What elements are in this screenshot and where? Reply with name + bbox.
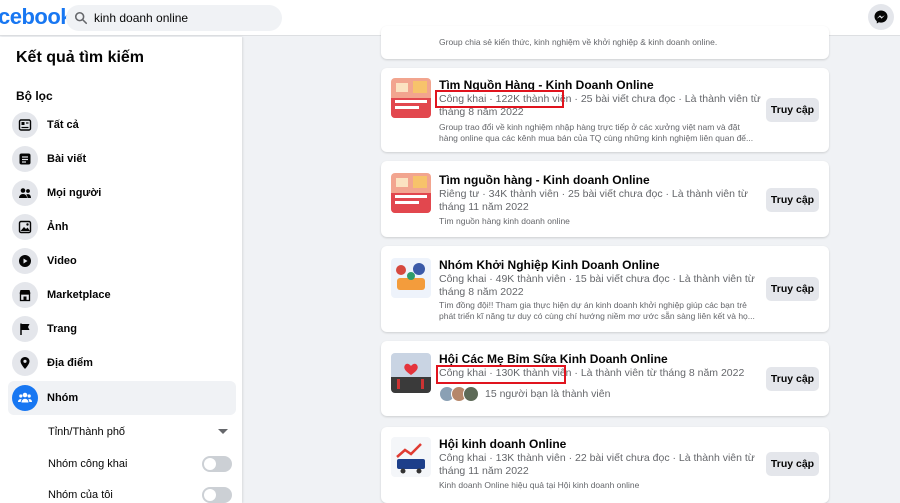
sidebar-item-label: Ảnh: [47, 221, 69, 233]
group-title-link[interactable]: Tìm nguồn hàng - Kinh doanh Online: [439, 173, 650, 187]
group-thumbnail[interactable]: [391, 353, 431, 393]
filter-my-groups-label: Nhóm của tôi: [48, 489, 113, 501]
video-icon: [12, 248, 38, 274]
messenger-button[interactable]: [868, 4, 894, 30]
search-icon: [74, 11, 88, 25]
search-input[interactable]: [94, 8, 274, 28]
sidebar-item-all[interactable]: Tất cả: [8, 108, 236, 142]
result-card[interactable]: Nhóm Khởi Nghiệp Kinh Doanh Online Công …: [381, 246, 829, 332]
filter-city-dropdown[interactable]: Tỉnh/Thành phố: [48, 421, 232, 443]
group-description: Kinh doanh Online hiệu quả tại Hội kinh …: [439, 480, 640, 490]
group-thumbnail[interactable]: [391, 437, 431, 477]
visit-button[interactable]: Truy cập: [766, 98, 819, 122]
messenger-icon: [874, 10, 888, 24]
friend-avatar: [463, 386, 479, 402]
sidebar-item-photos[interactable]: Ảnh: [8, 210, 236, 244]
result-card[interactable]: Tìm nguồn hàng - Kinh doanh Online Riêng…: [381, 161, 829, 237]
sidebar-item-label: Tất cả: [47, 119, 79, 131]
my-groups-toggle[interactable]: [202, 487, 232, 503]
result-card-partial: Group chia sẻ kiến thức, kinh nghiệm về …: [381, 26, 829, 59]
sidebar-item-label: Video: [47, 255, 77, 267]
group-title-link[interactable]: Hội Các Mẹ Bỉm Sữa Kinh Doanh Online: [439, 352, 668, 366]
filter-city-label: Tỉnh/Thành phố: [48, 426, 126, 438]
search-sidebar: Kết quả tìm kiếm Bộ lọc Tất cả Bài viết …: [0, 37, 242, 503]
filter-public-groups[interactable]: Nhóm công khai: [48, 453, 232, 475]
search-box[interactable]: [66, 5, 282, 31]
groups-icon: [12, 385, 38, 411]
result-snippet: Group chia sẻ kiến thức, kinh nghiệm về …: [439, 37, 718, 47]
sidebar-item-groups[interactable]: Nhóm: [8, 381, 236, 415]
group-meta: Công khai · 13K thành viên · 22 bài viết…: [439, 452, 755, 477]
public-groups-toggle[interactable]: [202, 456, 232, 472]
facebook-logo[interactable]: cebook: [0, 4, 73, 30]
group-thumbnail[interactable]: [391, 258, 431, 298]
result-card[interactable]: Tìm Nguồn Hàng - Kinh Doanh Online Công …: [381, 68, 829, 152]
sidebar-item-label: Nhóm: [47, 392, 79, 404]
page-title: Kết quả tìm kiếm: [16, 49, 145, 66]
group-thumbnail[interactable]: [391, 173, 431, 213]
sidebar-item-people[interactable]: Mọi người: [8, 176, 236, 210]
meta-rest: · Là thành viên từ tháng 8 năm 2022: [571, 367, 745, 379]
flag-icon: [12, 316, 38, 342]
group-description: Group trao đổi về kinh nghiệm nhập hàng …: [439, 122, 754, 143]
sidebar-item-marketplace[interactable]: Marketplace: [8, 278, 236, 312]
people-icon: [12, 180, 38, 206]
friends-count-text: 15 người bạn là thành viên: [485, 388, 611, 400]
group-title-link[interactable]: Nhóm Khởi Nghiệp Kinh Doanh Online: [439, 258, 660, 272]
group-thumbnail[interactable]: [391, 78, 431, 118]
caret-down-icon: [218, 429, 228, 434]
group-meta: Riêng tư · 34K thành viên · 25 bài viết …: [439, 188, 748, 213]
group-title-link[interactable]: Hội kinh doanh Online: [439, 437, 566, 451]
result-card[interactable]: Hội kinh doanh Online Công khai · 13K th…: [381, 427, 829, 503]
sidebar-item-label: Địa điểm: [47, 357, 93, 369]
sidebar-item-posts[interactable]: Bài viết: [8, 142, 236, 176]
sidebar-item-pages[interactable]: Trang: [8, 312, 236, 346]
sidebar-item-label: Bài viết: [47, 153, 87, 165]
sidebar-item-label: Mọi người: [47, 187, 102, 199]
friends-members[interactable]: 15 người bạn là thành viên: [439, 386, 610, 402]
location-icon: [12, 350, 38, 376]
group-description: Tìm nguồn hàng kinh doanh online: [439, 216, 570, 226]
filter-public-label: Nhóm công khai: [48, 458, 128, 470]
highlight-box: [436, 365, 566, 384]
visit-button[interactable]: Truy cập: [766, 277, 819, 301]
group-description: Tìm đồng đội!! Tham gia thực hiện dự án …: [439, 300, 755, 321]
group-meta: Công khai · 49K thành viên · 15 bài viết…: [439, 273, 755, 298]
feed-icon: [12, 112, 38, 138]
sidebar-item-video[interactable]: Video: [8, 244, 236, 278]
sidebar-item-label: Trang: [47, 323, 77, 335]
photo-icon: [12, 214, 38, 240]
marketplace-icon: [12, 282, 38, 308]
filter-my-groups[interactable]: Nhóm của tôi: [48, 484, 232, 503]
visit-button[interactable]: Truy cập: [766, 367, 819, 391]
sidebar-item-places[interactable]: Địa điểm: [8, 346, 236, 380]
highlight-box: [435, 90, 564, 108]
post-icon: [12, 146, 38, 172]
filter-heading: Bộ lọc: [16, 89, 53, 103]
visit-button[interactable]: Truy cập: [766, 188, 819, 212]
sidebar-item-label: Marketplace: [47, 289, 111, 301]
visit-button[interactable]: Truy cập: [766, 452, 819, 476]
